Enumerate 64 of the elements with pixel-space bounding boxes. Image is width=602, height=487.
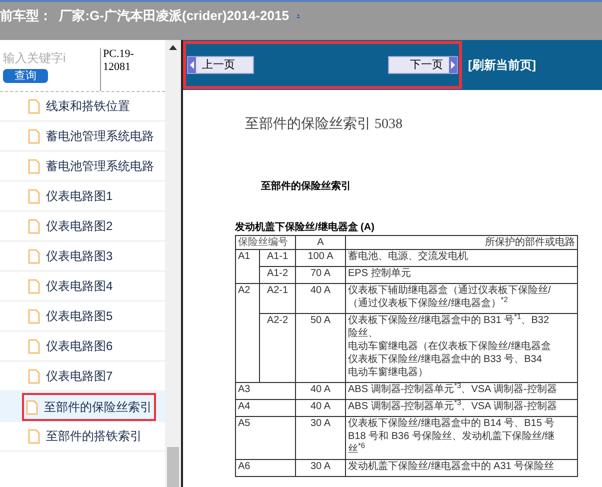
- table-cell: 仪表板下保险丝/继电器盒中的 B14 号、B15 号 B18 号和 B36 号保险丝、发动机盖下保险丝/继 丝$^{*6}$: [346, 416, 578, 460]
- scroll-up-icon[interactable]: [169, 45, 177, 50]
- document-icon: [26, 400, 38, 414]
- table-cell: 100 A: [296, 250, 346, 266]
- document-icon: [28, 248, 40, 264]
- sidebar-item[interactable]: 仪表电路图5: [22, 302, 117, 330]
- table-cell: 50 A: [296, 314, 346, 382]
- document-icon: [28, 188, 40, 204]
- table-cell: 仪表板下辅助继电器盒（通过仪表板下保险丝/ （通过仪表板下保险丝/继电器盒）$^{*2}$: [346, 284, 578, 314]
- table-cell: 40 A: [296, 400, 346, 416]
- code-text: PC.19-12081: [100, 48, 150, 91]
- table-cell: 40 A: [296, 382, 346, 400]
- table-cell: A4: [236, 400, 296, 416]
- document-icon: [28, 338, 40, 354]
- page-title: 至部件的保险丝索引 5038: [245, 115, 404, 134]
- document-icon: [28, 278, 40, 294]
- table-cell: A2: [236, 284, 260, 382]
- sidebar-item[interactable]: 仪表电路图2: [22, 212, 117, 240]
- document-icon: [28, 428, 40, 444]
- document-heading: 至部件的保险丝索引: [261, 180, 352, 194]
- table-cell: A6: [236, 460, 296, 476]
- sidebar-item[interactable]: 蓄电池管理系统电路: [22, 122, 158, 150]
- column-header: 所保护的部件或电路: [346, 236, 578, 250]
- table-cell: A1: [236, 250, 260, 284]
- table-cell: A1-1: [260, 250, 296, 266]
- table-cell: ABS 调制器-控制器单元$^{*3}$、VSA 调制器-控制器: [346, 400, 578, 416]
- prev-page-button[interactable]: 上一页: [187, 56, 254, 74]
- table-cell: 蓄电池、电源、交流发电机: [346, 250, 578, 266]
- vehicle-title: 前车型： 厂家:G-广汽本田凌派(crider)2014-2015: [0, 7, 289, 25]
- next-page-button[interactable]: 下一页: [388, 56, 458, 74]
- document-icon: [28, 98, 40, 114]
- sidebar-item[interactable]: 至部件的搭铁索引: [22, 422, 146, 450]
- column-header: 保险丝编号: [236, 236, 296, 250]
- document-icon: [28, 368, 40, 384]
- table-cell: 发动机盖下保险丝/继电器盒中的 A31 号保险丝: [346, 460, 578, 476]
- table-cell: A3: [236, 382, 296, 400]
- table-cell: A2-2: [260, 314, 296, 382]
- document-icon: [28, 128, 40, 144]
- table-cell: 40 A: [296, 284, 346, 314]
- sidebar-item[interactable]: 仪表电路图7: [22, 362, 117, 390]
- document-icon: [28, 218, 40, 234]
- table-cell: EPS 控制单元: [346, 266, 578, 284]
- sidebar-item[interactable]: 仪表电路图1: [22, 182, 117, 210]
- table-cell: A1-2: [260, 266, 296, 284]
- section-heading: 发动机盖下保险丝/继电器盒 (A): [235, 220, 376, 235]
- sidebar-item[interactable]: 仪表电路图6: [22, 332, 117, 360]
- sidebar-item[interactable]: 至部件的保险丝索引: [22, 393, 156, 421]
- table-cell: 仪表板下保险丝/继电器盒中的 B31 号$^{*1}$、B32 险丝、 电动车窗继电器（在仪表板下保险丝/继电器盒 仪表板下保险丝/继电器盒中的 B33 号、B34 电动车窗继电器）: [346, 314, 578, 382]
- table-cell: ABS 调制器-控制器单元$^{*3}$、VSA 调制器-控制器: [346, 382, 578, 400]
- table-cell: A2-1: [260, 284, 296, 314]
- document-icon: [28, 158, 40, 174]
- sidebar-item[interactable]: 线束和搭铁位置: [22, 92, 134, 120]
- query-button[interactable]: 查询: [3, 69, 48, 83]
- sidebar-item[interactable]: 仪表电路图3: [22, 242, 117, 270]
- table-cell: 30 A: [296, 460, 346, 476]
- table-cell: 30 A: [296, 416, 346, 460]
- table-cell: A5: [236, 416, 296, 460]
- sidebar-item[interactable]: 蓄电池管理系统电路: [22, 152, 158, 180]
- column-header: A: [296, 236, 346, 250]
- sidebar-item[interactable]: 仪表电路图4: [22, 272, 117, 300]
- document-icon: [28, 308, 40, 324]
- table-cell: 70 A: [296, 266, 346, 284]
- refresh-link[interactable]: [刷新当前页]: [468, 56, 536, 74]
- scrollbar-thumb[interactable]: [167, 447, 179, 487]
